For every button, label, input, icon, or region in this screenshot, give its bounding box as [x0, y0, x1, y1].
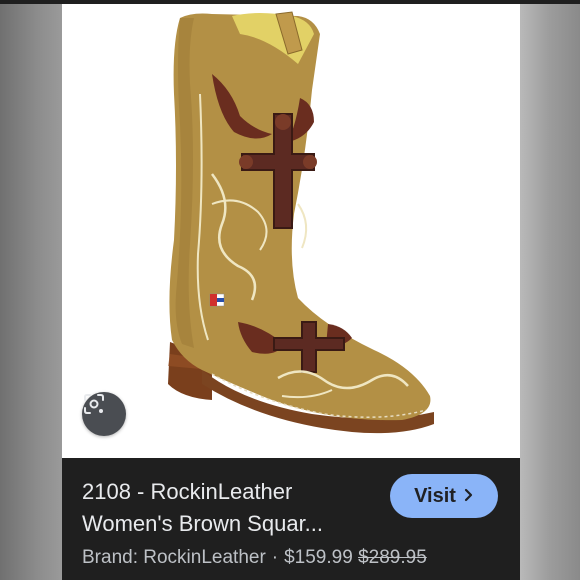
visit-button-label: Visit: [414, 484, 456, 507]
product-card[interactable]: 2108 - RockinLeather Women's Brown Squar…: [62, 4, 520, 580]
product-title[interactable]: 2108 - RockinLeather Women's Brown Squar…: [82, 476, 382, 540]
product-meta: Brand: RockinLeather · $159.99 $289.95: [82, 546, 427, 570]
original-price: $289.95: [358, 547, 427, 568]
visit-button[interactable]: Visit: [390, 474, 498, 518]
meta-separator: ·: [271, 547, 279, 568]
product-title-line2: Women's Brown Squar...: [82, 511, 324, 536]
left-background: [0, 0, 62, 580]
chevron-right-icon: [464, 485, 474, 508]
product-title-line1: 2108 - RockinLeather: [82, 479, 293, 504]
current-price: $159.99: [284, 547, 353, 568]
boot-image: [168, 11, 434, 434]
right-background: [520, 0, 580, 580]
lens-search-icon: [84, 394, 104, 414]
brand-text: Brand: RockinLeather: [82, 547, 266, 568]
product-info-panel: 2108 - RockinLeather Women's Brown Squar…: [62, 458, 520, 580]
product-image[interactable]: [62, 4, 520, 458]
lens-search-button[interactable]: [82, 392, 126, 436]
boot-shaft: [169, 13, 431, 421]
